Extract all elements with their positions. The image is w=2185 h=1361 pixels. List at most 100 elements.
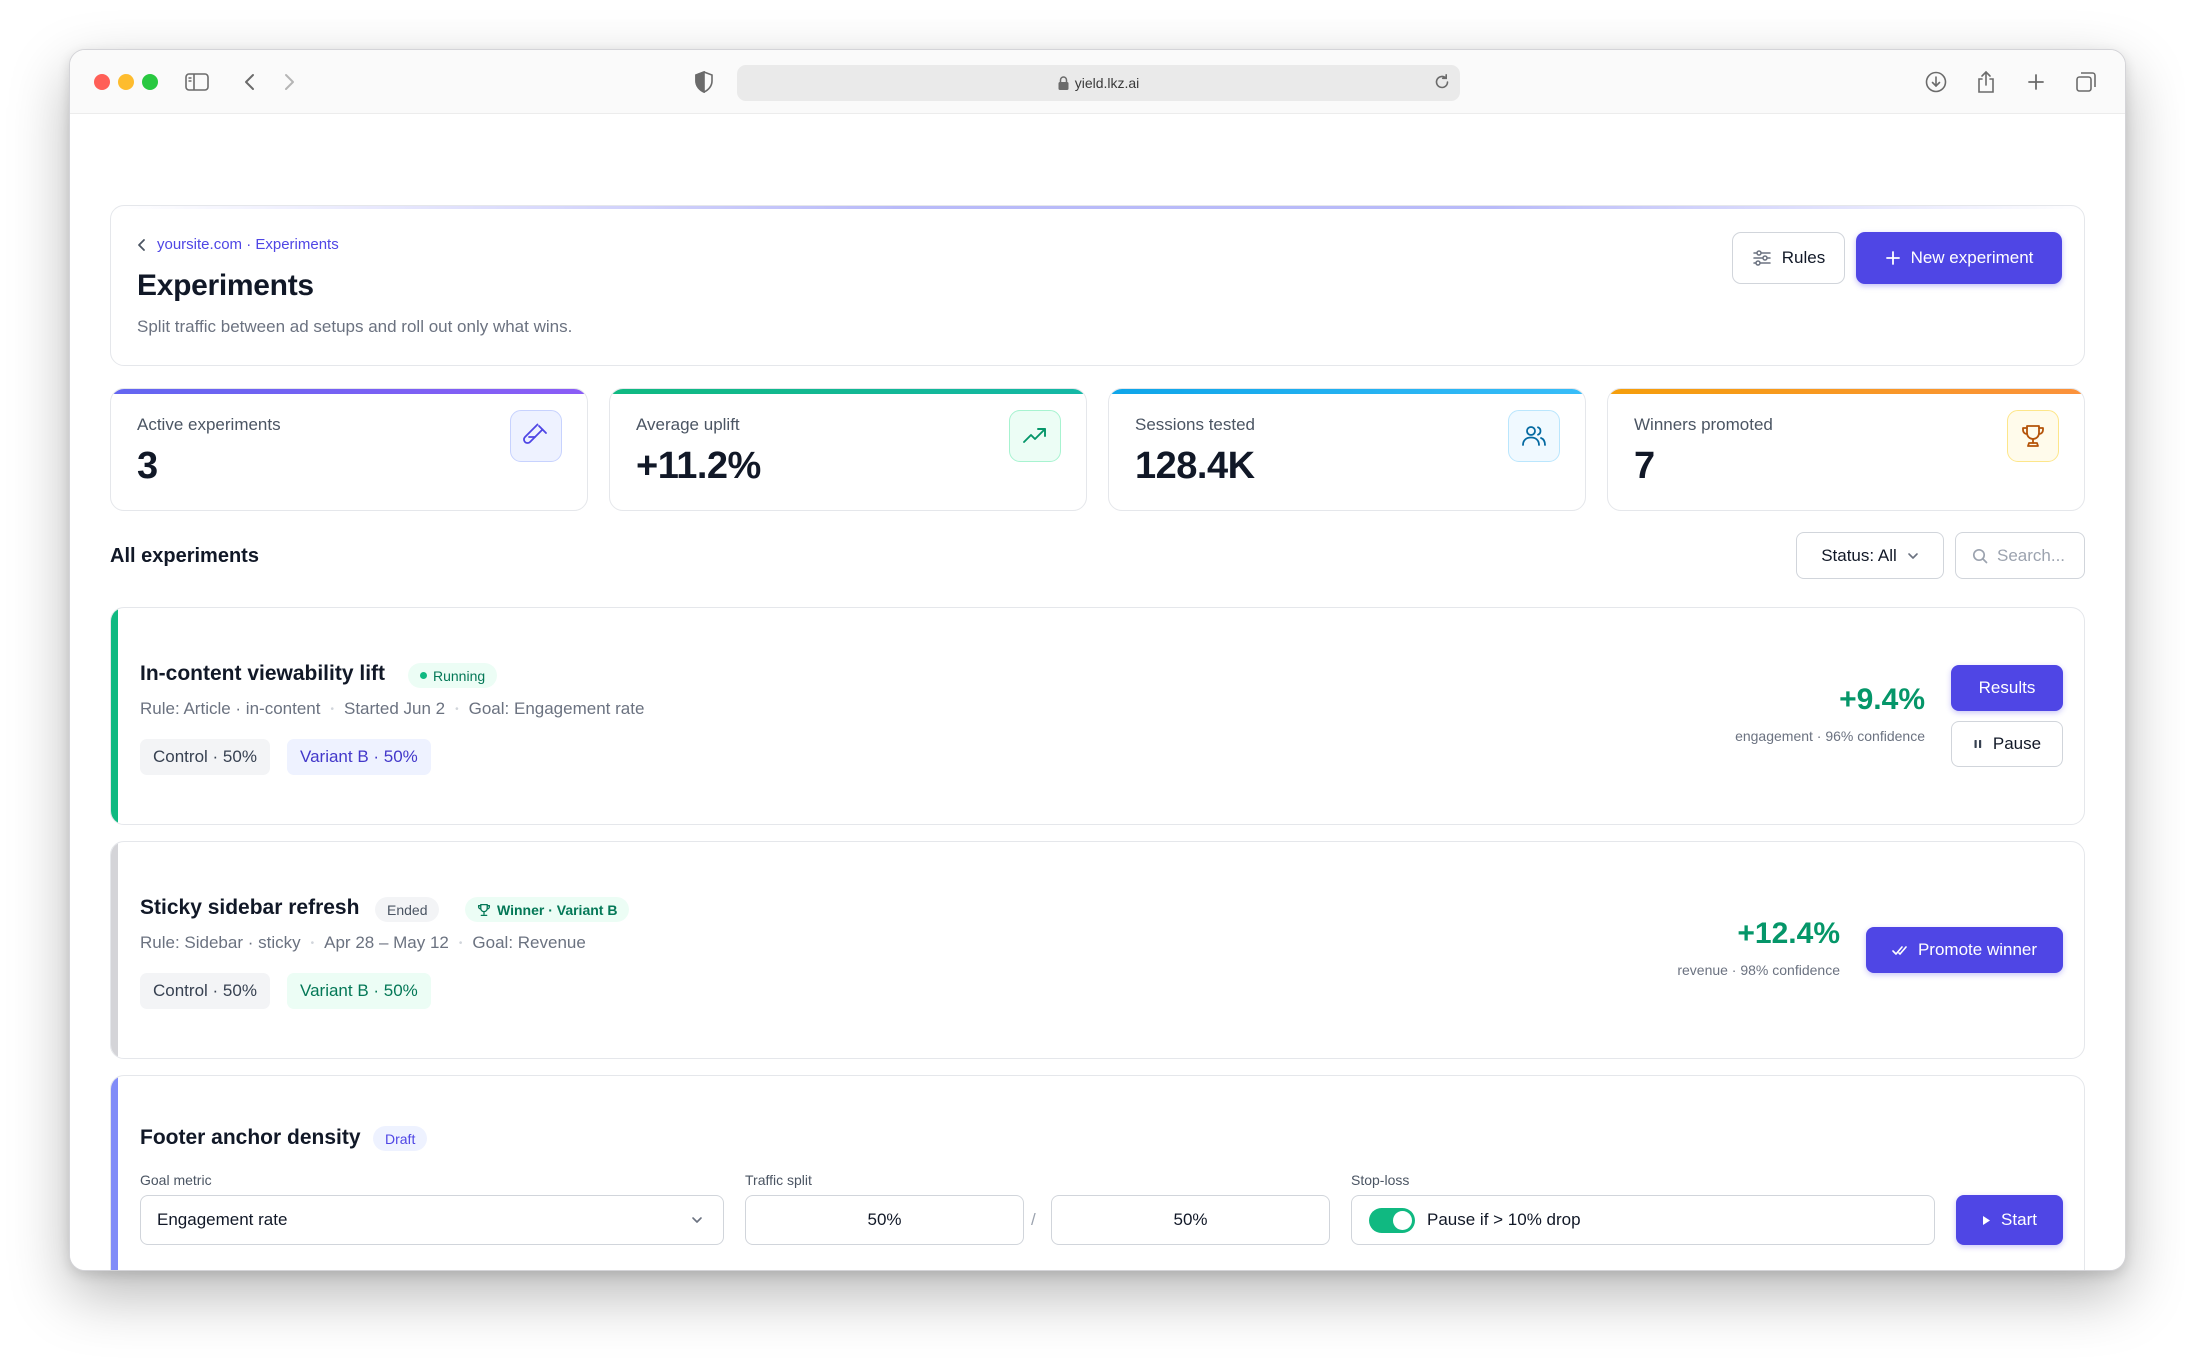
stop-loss-toggle[interactable] [1369, 1207, 1415, 1233]
stat-value: 7 [1634, 445, 1655, 487]
experiment-card: Sticky sidebar refresh Ended Winner · Va… [110, 841, 2085, 1059]
double-check-icon [1892, 946, 1907, 955]
stat-card-sessions-tested: Sessions tested 128.4K [1108, 388, 1586, 511]
reload-icon[interactable] [1432, 72, 1452, 92]
back-icon[interactable] [236, 68, 264, 96]
new-tab-icon[interactable] [2022, 68, 2050, 96]
stat-label: Average uplift [636, 415, 740, 434]
stop-loss-label: Stop-loss [1351, 1172, 1410, 1188]
pause-button-label: Pause [1992, 734, 2042, 753]
goal-metric-select[interactable]: Engagement rate [140, 1195, 724, 1245]
winner-badge-label: Winner · Variant B [497, 901, 618, 918]
search-placeholder: Search... [1997, 545, 2066, 565]
maximize-window-button[interactable] [142, 74, 158, 90]
control-chip: Control · 50% [140, 973, 270, 1009]
stat-value: 128.4K [1135, 445, 1255, 487]
winner-badge: Winner · Variant B [465, 897, 630, 922]
plus-icon [1885, 251, 1900, 265]
control-chip: Control · 50% [140, 739, 270, 775]
rules-button-label: Rules [1781, 248, 1826, 267]
meta-rule: Rule: Article · in-content [140, 699, 321, 718]
split-control-input[interactable]: 50% [745, 1195, 1024, 1245]
stat-card-active-experiments: Active experiments 3 [110, 388, 588, 511]
breadcrumb[interactable]: yoursite.com · Experiments [137, 236, 339, 253]
share-icon[interactable] [1972, 68, 2000, 96]
experiment-card: Footer anchor density Draft Goal metric … [110, 1075, 2085, 1270]
meta-separator: • [330, 703, 334, 715]
breadcrumb-link[interactable]: yoursite.com · Experiments [157, 236, 339, 253]
meta-goal: Goal: Engagement rate [468, 699, 645, 718]
experiment-title[interactable]: In-content viewability lift [140, 662, 385, 686]
trophy-icon [477, 903, 491, 916]
flask-icon [510, 410, 562, 462]
experiment-meta: Rule: Article · in-content • Started Jun… [140, 699, 644, 719]
meta-goal: Goal: Revenue [472, 933, 586, 952]
play-icon [1983, 1215, 1991, 1225]
promote-winner-label: Promote winner [1917, 940, 2038, 959]
uplift-detail: revenue · 98% confidence [1677, 962, 1840, 978]
running-dot-icon [420, 672, 427, 679]
uplift-detail: engagement · 96% confidence [1735, 728, 1925, 744]
rules-button[interactable]: Rules [1732, 232, 1845, 284]
status-filter-dropdown[interactable]: Status: All [1796, 532, 1944, 579]
meta-separator: • [455, 703, 459, 715]
stat-card-average-uplift: Average uplift +11.2% [609, 388, 1087, 511]
traffic-split-label: Traffic split [745, 1172, 812, 1188]
meta-date: Started Jun 2 [343, 699, 446, 718]
trending-up-icon [1009, 410, 1061, 462]
chevron-down-icon [1907, 552, 1918, 559]
chevron-left-icon [138, 238, 145, 251]
goal-metric-value: Engagement rate [157, 1210, 288, 1229]
search-icon [1972, 548, 1988, 563]
experiment-title[interactable]: Sticky sidebar refresh [140, 896, 359, 920]
start-button-label: Start [2001, 1210, 2037, 1229]
meta-separator: • [310, 937, 315, 949]
meta-rule: Rule: Sidebar · sticky [140, 933, 301, 952]
stat-label: Winners promoted [1634, 415, 1773, 434]
pause-button[interactable]: Pause [1951, 721, 2063, 767]
lock-icon [1058, 76, 1069, 90]
start-button[interactable]: Start [1956, 1195, 2063, 1245]
stop-loss-field: Pause if > 10% drop [1351, 1195, 1935, 1245]
stat-label: Sessions tested [1135, 415, 1256, 434]
section-title: All experiments [110, 545, 259, 567]
users-icon [1508, 410, 1560, 462]
page-header-card: yoursite.com · Experiments Experiments S… [110, 205, 2085, 366]
promote-winner-button[interactable]: Promote winner [1866, 927, 2063, 973]
shield-icon[interactable] [690, 68, 718, 96]
search-input[interactable]: Search... [1955, 532, 2085, 579]
address-url: yield.lkz.ai [1074, 75, 1140, 91]
results-button[interactable]: Results [1951, 665, 2063, 711]
tab-overview-icon[interactable] [2072, 68, 2100, 96]
page-title: Experiments [137, 269, 314, 302]
experiment-meta: Rule: Sidebar · sticky • Apr 28 – May 12… [140, 933, 586, 953]
browser-window: yield.lkz.ai yoursite.com · Experiments … [69, 49, 2126, 1271]
variant-chip: Variant B · 50% [287, 739, 431, 775]
download-icon[interactable] [1922, 68, 1950, 96]
stat-card-winners-promoted: Winners promoted 7 [1607, 388, 2085, 511]
status-badge: Running [408, 663, 498, 688]
split-divider: / [1031, 1210, 1036, 1229]
status-filter-value: Status: All [1821, 545, 1897, 565]
goal-metric-label: Goal metric [140, 1172, 212, 1188]
new-experiment-label: New experiment [1910, 248, 2034, 267]
split-variant-input[interactable]: 50% [1051, 1195, 1330, 1245]
stat-value: +11.2% [636, 445, 761, 487]
experiment-title[interactable]: Footer anchor density [140, 1126, 361, 1150]
new-experiment-button[interactable]: New experiment [1856, 232, 2062, 284]
sidebar-toggle-icon[interactable] [183, 68, 211, 96]
status-badge: Draft [373, 1126, 428, 1151]
trophy-icon [2007, 410, 2059, 462]
address-bar[interactable]: yield.lkz.ai [737, 65, 1460, 101]
minimize-window-button[interactable] [118, 74, 134, 90]
browser-titlebar: yield.lkz.ai [70, 50, 2125, 114]
close-window-button[interactable] [94, 74, 110, 90]
meta-separator: • [458, 937, 463, 949]
meta-date: Apr 28 – May 12 [324, 933, 449, 952]
forward-icon[interactable] [275, 68, 303, 96]
uplift-value: +9.4% [1839, 683, 1925, 716]
stat-label: Active experiments [137, 415, 281, 434]
chevron-down-icon [692, 1217, 702, 1223]
variant-chip: Variant B · 50% [287, 973, 431, 1009]
sliders-icon [1753, 250, 1771, 266]
